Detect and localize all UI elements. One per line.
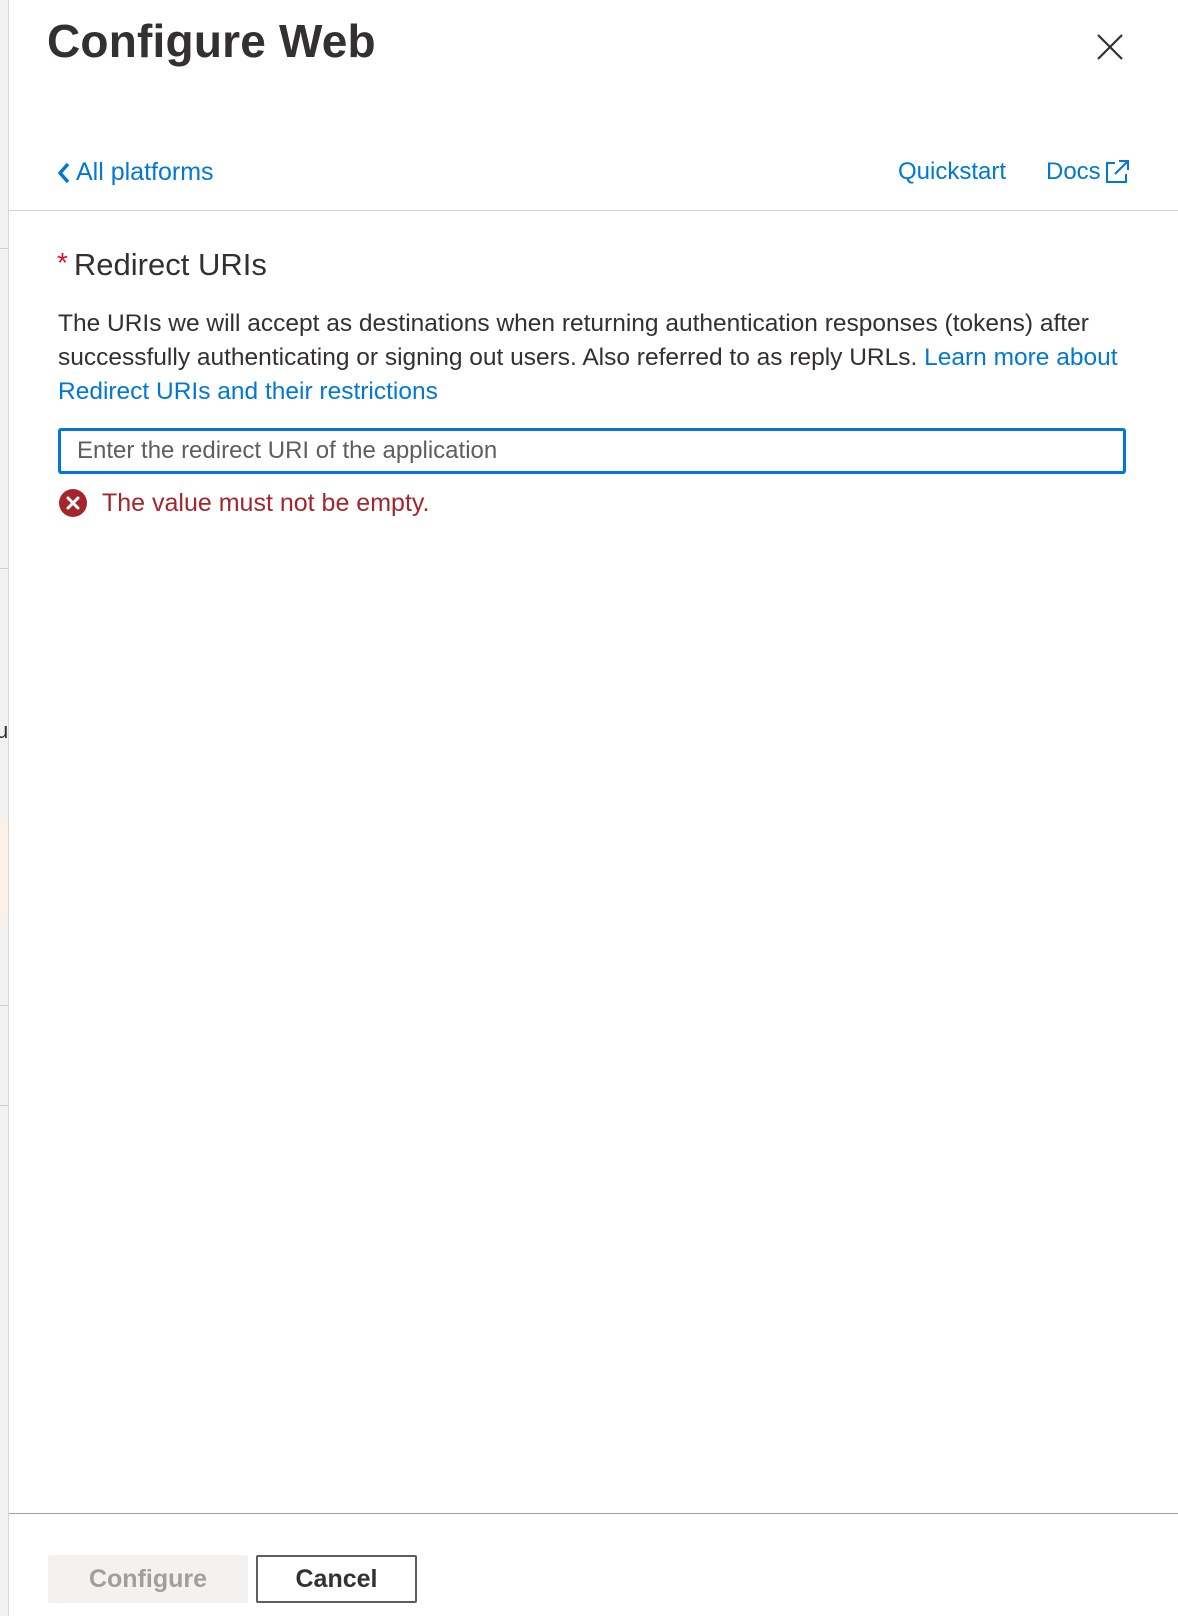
docs-label: Docs	[1046, 158, 1101, 185]
external-link-icon	[1105, 160, 1129, 183]
close-icon[interactable]	[1090, 27, 1130, 67]
background-divider	[0, 1105, 8, 1106]
quickstart-link[interactable]: Quickstart	[898, 158, 1006, 186]
background-divider	[0, 568, 8, 569]
cancel-button[interactable]: Cancel	[256, 1555, 417, 1603]
chevron-left-icon	[58, 162, 70, 183]
footer-divider	[9, 1513, 1178, 1514]
docs-link[interactable]: Docs	[1046, 158, 1131, 186]
all-platforms-label: All platforms	[76, 158, 214, 186]
panel-title: Configure Web	[47, 15, 376, 67]
all-platforms-link[interactable]: All platforms	[56, 158, 214, 187]
error-message: The value must not be empty.	[102, 488, 430, 517]
configure-web-panel: Configure Web All platforms Quickstart D…	[9, 0, 1178, 1616]
background-partial-text: u	[0, 718, 8, 744]
background-divider	[0, 248, 8, 249]
required-marker: *	[57, 247, 68, 278]
background-divider	[0, 1005, 8, 1006]
background-highlight	[0, 820, 8, 915]
configure-button[interactable]: Configure	[48, 1555, 248, 1603]
redirect-uris-description: The URIs we will accept as destinations …	[58, 307, 1118, 409]
redirect-uris-label: * Redirect URIs	[57, 247, 267, 283]
header-divider	[9, 210, 1178, 211]
redirect-uris-label-text: Redirect URIs	[73, 247, 267, 282]
redirect-uri-input[interactable]	[58, 428, 1126, 474]
validation-error: The value must not be empty.	[58, 488, 429, 518]
error-icon	[59, 489, 87, 517]
background-page-strip: u	[0, 0, 9, 1616]
panel-nav: All platforms Quickstart Docs	[9, 150, 1178, 210]
close-button[interactable]	[1090, 27, 1130, 67]
